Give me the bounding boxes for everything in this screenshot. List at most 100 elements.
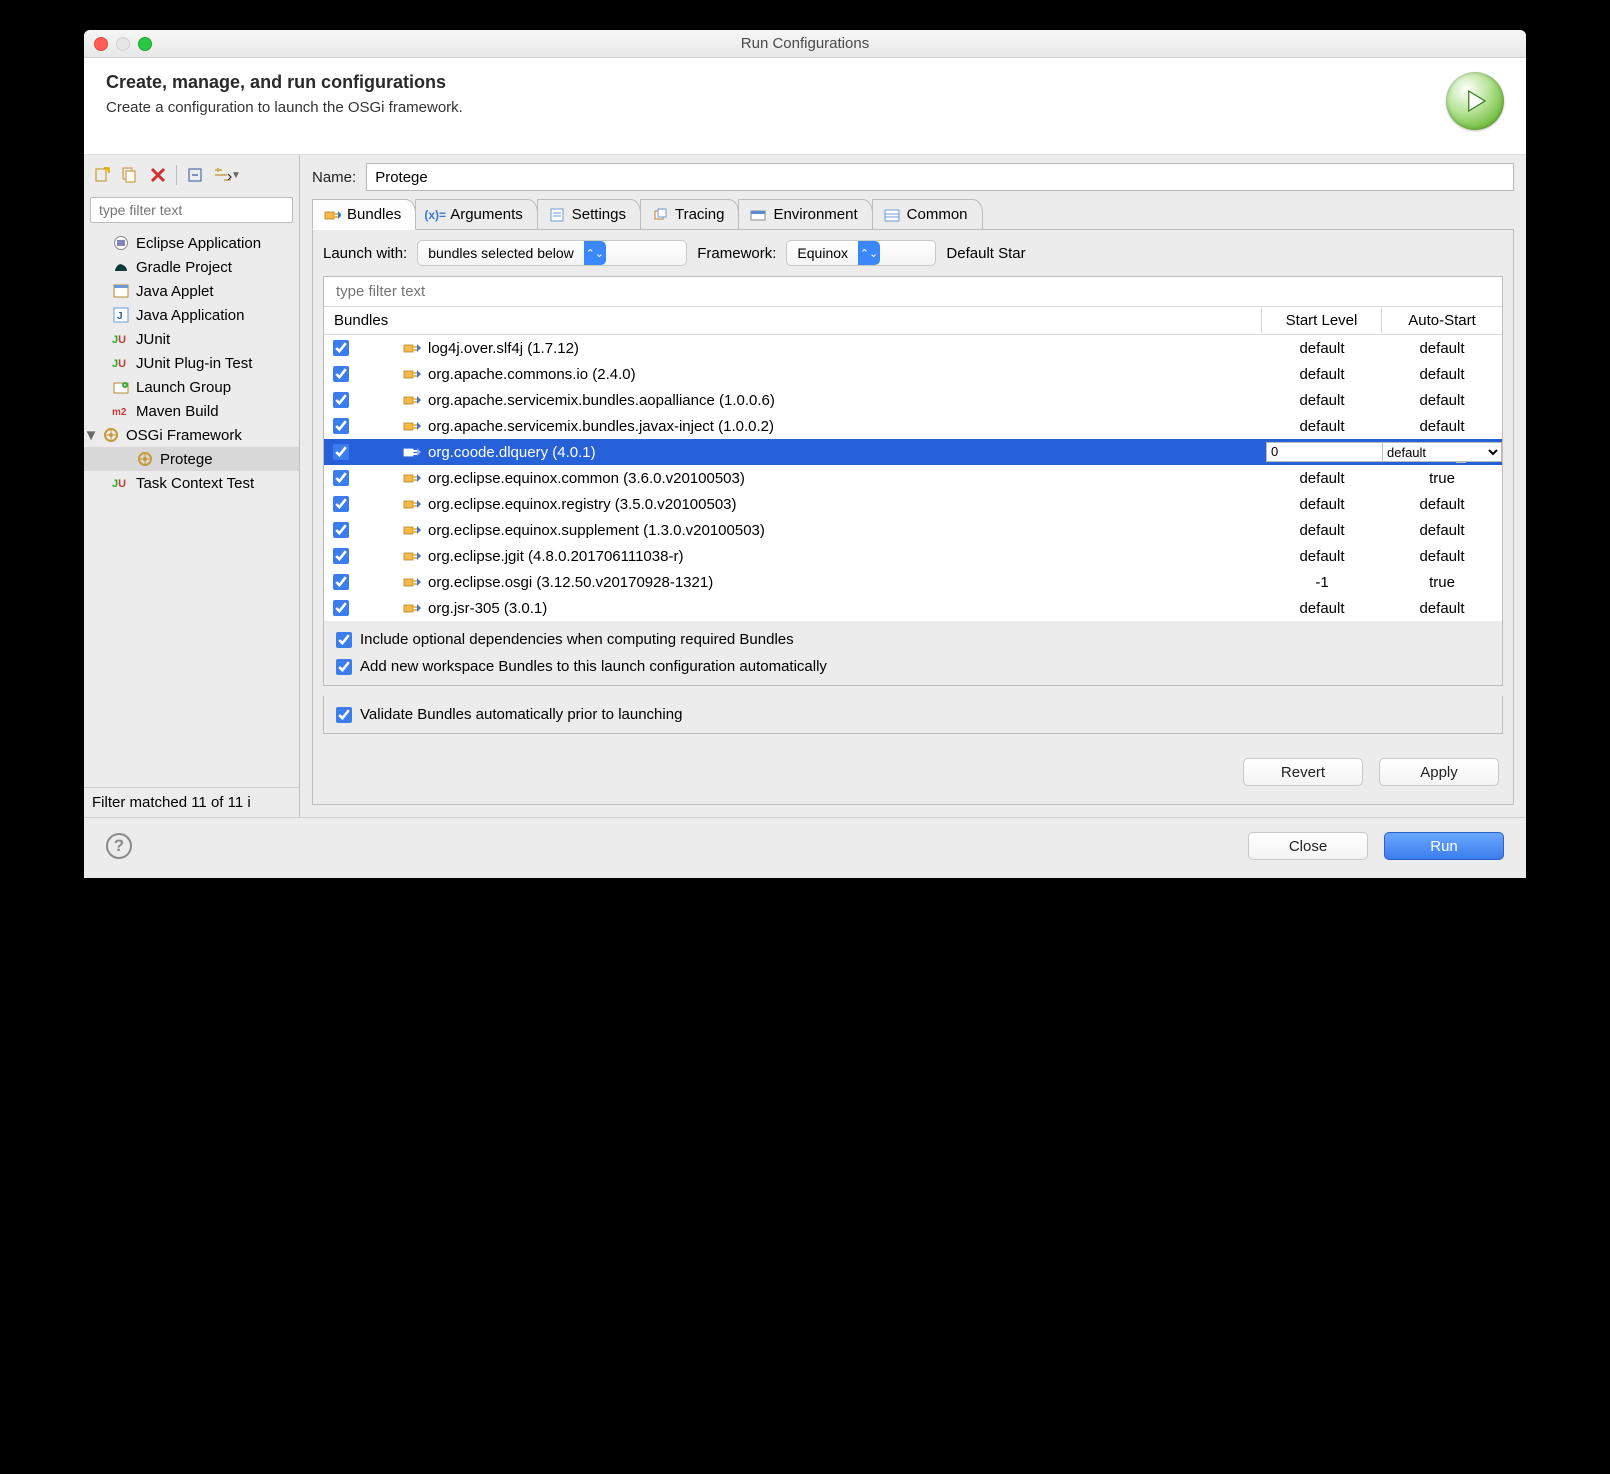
sidebar-filter-input[interactable] xyxy=(90,197,293,223)
validate-options-group: Validate Bundles automatically prior to … xyxy=(323,696,1503,734)
framework-select[interactable]: Equinox ⌃⌄ xyxy=(786,240,936,266)
sidebar-item[interactable]: Protege xyxy=(84,447,299,471)
launch-with-select[interactable]: bundles selected below ⌃⌄ xyxy=(417,240,687,266)
run-icon xyxy=(1446,72,1504,130)
applet-icon xyxy=(112,283,130,299)
validate-bundles-checkbox[interactable]: Validate Bundles automatically prior to … xyxy=(336,706,1490,723)
sidebar-item[interactable]: m2Maven Build xyxy=(84,399,299,423)
include-optional-checkbox[interactable]: Include optional dependencies when compu… xyxy=(336,631,1490,648)
sidebar-item[interactable]: Gradle Project xyxy=(84,255,299,279)
bundle-checkbox[interactable] xyxy=(333,444,349,460)
bundle-row[interactable]: org.jsr-305 (3.0.1)defaultdefault xyxy=(324,595,1502,621)
gradle-icon xyxy=(112,259,130,275)
close-button[interactable]: Close xyxy=(1248,832,1368,860)
bundle-checkbox[interactable] xyxy=(333,470,349,486)
bundle-row[interactable]: org.eclipse.equinox.supplement (1.3.0.v2… xyxy=(324,517,1502,543)
add-new-workspace-checkbox[interactable]: Add new workspace Bundles to this launch… xyxy=(336,658,1490,675)
help-button[interactable]: ? xyxy=(106,833,132,859)
window-title: Run Configurations xyxy=(84,35,1526,52)
bundle-row[interactable]: org.eclipse.equinox.common (3.6.0.v20100… xyxy=(324,465,1502,491)
auto-start-select[interactable]: default xyxy=(1382,442,1502,462)
col-bundles[interactable]: Bundles xyxy=(324,307,1262,334)
sidebar-item[interactable]: JUJUnit xyxy=(84,327,299,351)
tab-icon xyxy=(651,207,669,223)
eclipse-icon xyxy=(112,235,130,251)
bundle-row[interactable]: org.eclipse.osgi (3.12.50.v20170928-1321… xyxy=(324,569,1502,595)
bundle-checkbox[interactable] xyxy=(333,574,349,590)
sidebar-item[interactable]: Java Applet xyxy=(84,279,299,303)
bundle-row[interactable]: org.eclipse.equinox.registry (3.5.0.v201… xyxy=(324,491,1502,517)
tab-tracing[interactable]: Tracing xyxy=(640,199,739,229)
svg-text:JU: JU xyxy=(112,334,126,346)
config-tabs: Bundles(x)=ArgumentsSettingsTracingEnvir… xyxy=(312,199,1514,230)
tab-icon xyxy=(749,207,767,223)
delete-config-button[interactable] xyxy=(144,163,172,187)
collapse-all-button[interactable] xyxy=(181,163,209,187)
sidebar-item[interactable]: JUTask Context Test xyxy=(84,471,299,495)
bundle-row[interactable]: org.eclipse.jgit (4.8.0.201706111038-r)d… xyxy=(324,543,1502,569)
tab-bundles[interactable]: Bundles xyxy=(312,199,416,230)
bundle-checkbox[interactable] xyxy=(333,496,349,512)
bundle-checkbox[interactable] xyxy=(333,548,349,564)
tab-common[interactable]: Common xyxy=(872,199,983,229)
col-auto-start[interactable]: Auto-Start xyxy=(1382,307,1502,334)
run-configurations-window: Run Configurations Create, manage, and r… xyxy=(84,30,1526,878)
sidebar-toolbar: ▼ xyxy=(84,161,299,193)
col-start-level[interactable]: Start Level xyxy=(1262,307,1382,334)
new-config-button[interactable] xyxy=(88,163,116,187)
name-label: Name: xyxy=(312,169,356,186)
sidebar-item[interactable]: ▼OSGi Framework xyxy=(84,423,299,447)
bundle-checkbox[interactable] xyxy=(333,522,349,538)
bundles-tab-panel: Launch with: bundles selected below ⌃⌄ F… xyxy=(312,230,1514,805)
plugin-icon xyxy=(358,393,428,407)
tab-icon xyxy=(323,207,341,223)
bundle-row[interactable]: log4j.over.slf4j (1.7.12)defaultdefault xyxy=(324,335,1502,361)
bundle-checkbox[interactable] xyxy=(333,366,349,382)
bundles-table-header: Bundles Start Level Auto-Start xyxy=(324,307,1502,335)
dialog-header: Create, manage, and run configurations C… xyxy=(84,58,1526,155)
run-button[interactable]: Run xyxy=(1384,832,1504,860)
bundle-row[interactable]: org.apache.commons.io (2.4.0)defaultdefa… xyxy=(324,361,1502,387)
config-type-tree[interactable]: Eclipse ApplicationGradle ProjectJava Ap… xyxy=(84,231,299,787)
filter-status-label: Filter matched 11 of 11 i xyxy=(84,787,299,817)
sidebar-item[interactable]: JJava Application xyxy=(84,303,299,327)
name-input[interactable] xyxy=(366,163,1514,191)
sidebar-item[interactable]: Eclipse Application xyxy=(84,231,299,255)
bundles-filter-input[interactable] xyxy=(324,277,1502,307)
bundle-checkbox[interactable] xyxy=(333,600,349,616)
tab-arguments[interactable]: (x)=Arguments xyxy=(415,199,538,229)
sidebar-item[interactable]: JUJUnit Plug-in Test xyxy=(84,351,299,375)
header-subtitle: Create a configuration to launch the OSG… xyxy=(106,99,463,116)
config-type-sidebar: ▼ Eclipse ApplicationGradle ProjectJava … xyxy=(84,155,300,817)
tab-settings[interactable]: Settings xyxy=(537,199,641,229)
tab-environment[interactable]: Environment xyxy=(738,199,872,229)
plugin-icon xyxy=(358,601,428,615)
junit-icon: JU xyxy=(112,331,130,347)
header-title: Create, manage, and run configurations xyxy=(106,72,463,93)
apply-button[interactable]: Apply xyxy=(1379,758,1499,786)
bundle-row[interactable]: org.apache.servicemix.bundles.javax-inje… xyxy=(324,413,1502,439)
junit-icon: JU xyxy=(112,355,130,371)
plugin-icon xyxy=(358,523,428,537)
duplicate-config-button[interactable] xyxy=(116,163,144,187)
bundles-table: Bundles Start Level Auto-Start log4j.ove… xyxy=(323,276,1503,622)
svg-text:JU: JU xyxy=(112,478,126,490)
revert-button[interactable]: Revert xyxy=(1243,758,1363,786)
dialog-footer: ? Close Run xyxy=(84,817,1526,878)
bundle-checkbox[interactable] xyxy=(333,418,349,434)
bundle-row[interactable]: org.apache.servicemix.bundles.aopallianc… xyxy=(324,387,1502,413)
osgi-icon xyxy=(102,427,120,443)
bundle-row[interactable]: org.coode.dlquery (4.0.1)▲▼default xyxy=(324,439,1502,465)
junit-icon: JU xyxy=(112,475,130,491)
tab-icon xyxy=(883,207,901,223)
plugin-icon xyxy=(358,367,428,381)
plugin-icon xyxy=(358,445,428,459)
plugin-icon xyxy=(358,471,428,485)
sidebar-item[interactable]: Launch Group xyxy=(84,375,299,399)
svg-text:JU: JU xyxy=(112,358,126,370)
launch-with-label: Launch with: xyxy=(323,245,407,262)
plugin-icon xyxy=(358,549,428,563)
bundle-checkbox[interactable] xyxy=(333,392,349,408)
default-start-label: Default Star xyxy=(946,245,1025,262)
bundle-checkbox[interactable] xyxy=(333,340,349,356)
